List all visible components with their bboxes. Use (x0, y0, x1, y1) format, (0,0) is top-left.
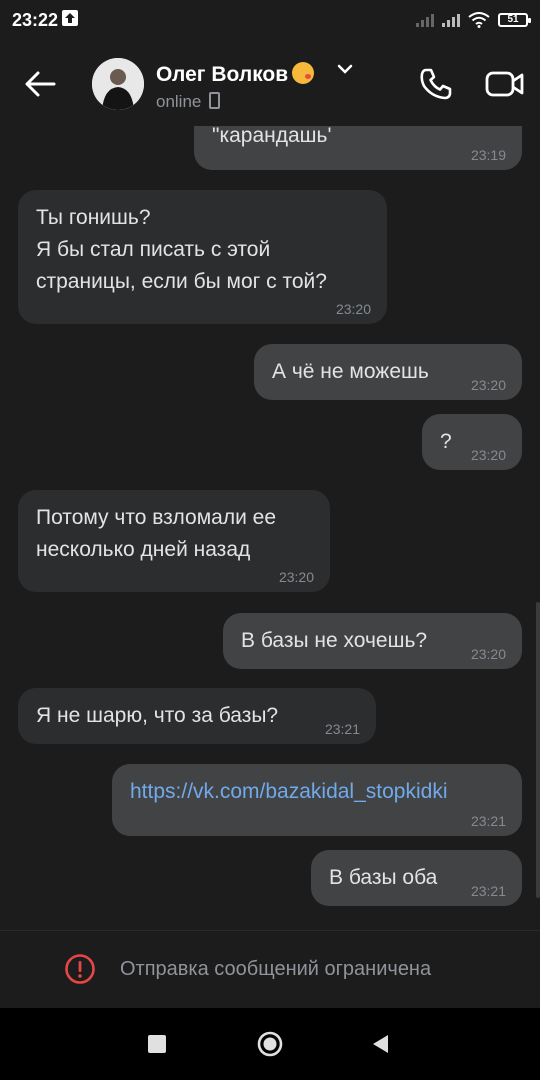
contact-status: online (156, 92, 221, 112)
message-text: А чё не можешь (272, 360, 429, 383)
message-text: "карандашь' (212, 126, 332, 147)
wifi-icon (468, 12, 490, 28)
status-icons: 51 (416, 10, 531, 30)
message-time: 23:20 (470, 377, 506, 393)
message-bubble[interactable]: В базы не хочешь? 23:20 (223, 613, 522, 669)
message-time: 23:20 (470, 646, 506, 662)
message-bubble[interactable]: А чё не можешь 23:20 (254, 344, 522, 400)
message-text: Я не шарю, что за базы? (36, 704, 279, 727)
message-bubble[interactable]: Я не шарю, что за базы? 23:21 (18, 688, 376, 744)
message-list[interactable]: "карандашь' 23:19 Ты гонишь? Я бы стал п… (0, 126, 540, 930)
signal-sim2-icon (416, 13, 434, 27)
message-text: В базы не хочешь? (241, 629, 428, 652)
nav-back-icon[interactable] (370, 1033, 390, 1055)
message-time: 23:20 (470, 447, 506, 463)
contact-name[interactable]: Олег Волков (156, 62, 315, 87)
message-bubble[interactable]: Ты гонишь? Я бы стал писать с этой стран… (18, 190, 387, 324)
message-time: 23:21 (470, 883, 506, 899)
upload-icon (62, 10, 78, 26)
battery-icon: 51 (498, 13, 531, 27)
message-time: 23:21 (324, 721, 360, 737)
chevron-down-icon[interactable] (336, 62, 354, 76)
message-time: 23:20 (335, 301, 371, 317)
warning-icon (65, 954, 95, 984)
message-time: 23:19 (470, 147, 506, 163)
message-time: 23:21 (470, 813, 506, 829)
status-time: 23:22 (12, 10, 59, 30)
message-bubble[interactable]: Потому что взломали ее несколько дней на… (18, 490, 330, 592)
system-nav-bar (0, 1008, 540, 1080)
contact-name-text[interactable]: Олег Волков (156, 63, 288, 86)
message-text: Ты гонишь? Я бы стал писать с этой стран… (36, 206, 327, 293)
arrow-back-icon[interactable] (20, 64, 60, 104)
scrollbar[interactable] (536, 602, 540, 898)
message-bubble[interactable]: "карандашь' 23:19 (194, 126, 522, 170)
message-text: В базы оба (329, 866, 438, 889)
signal-sim1-icon (442, 13, 460, 27)
nav-recent-icon[interactable] (148, 1035, 166, 1053)
message-bubble[interactable]: В базы оба 23:21 (311, 850, 522, 906)
message-text: Потому что взломали ее несколько дней на… (36, 506, 276, 561)
nav-home-icon[interactable] (256, 1030, 284, 1058)
mobile-icon (209, 92, 221, 109)
message-time: 23:20 (278, 569, 314, 585)
phone-icon[interactable] (418, 66, 454, 102)
restricted-text: Отправка сообщений ограничена (120, 958, 432, 980)
restricted-banner: Отправка сообщений ограничена (0, 930, 540, 1008)
chat-header: Олег Волков online (0, 40, 540, 127)
kiss-emoji-icon (292, 62, 315, 84)
message-link[interactable]: https://vk.com/bazakidal_stopkidki (130, 780, 447, 803)
message-text: ? (440, 430, 452, 453)
avatar[interactable] (92, 58, 144, 110)
message-bubble[interactable]: ? 23:20 (422, 414, 522, 470)
message-bubble[interactable]: https://vk.com/bazakidal_stopkidki 23:21 (112, 764, 522, 836)
video-camera-icon[interactable] (484, 68, 526, 100)
online-label: online (156, 92, 202, 111)
status-bar: 23:22 51 (0, 0, 540, 40)
